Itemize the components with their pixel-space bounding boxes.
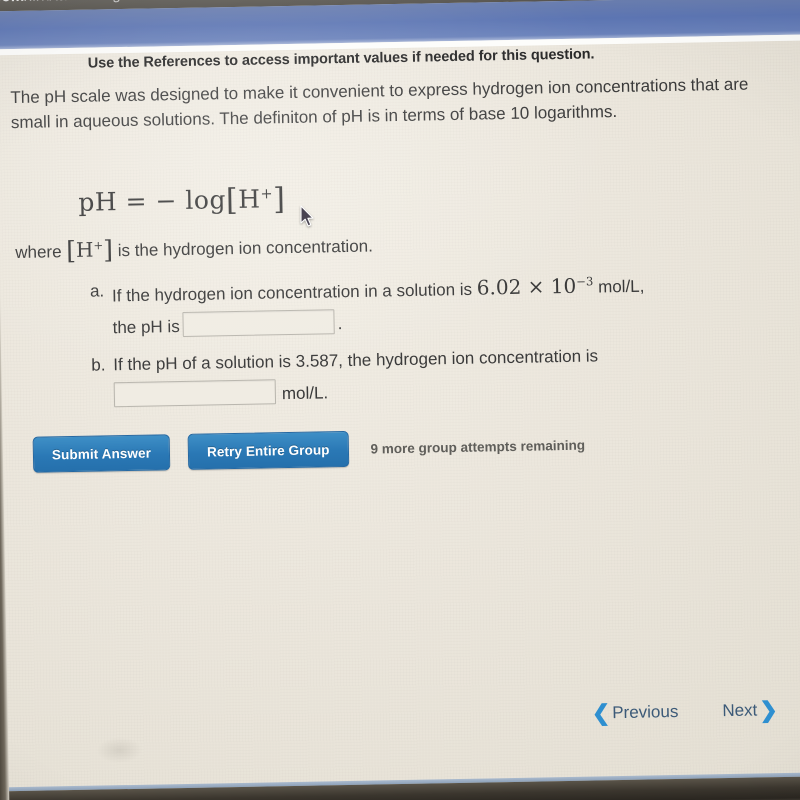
previous-label: Previous <box>612 701 679 723</box>
where-bracket-close: ] <box>102 235 114 265</box>
part-a-text-before: If the hydrogen ion concentration in a s… <box>111 279 473 306</box>
assignment-page: Use the References to access important v… <box>0 34 800 792</box>
where-prefix: where <box>15 242 62 263</box>
url-domain: .com <box>0 0 25 5</box>
question-part-b: b. If the pH of a solution is 3.587, the… <box>91 339 792 411</box>
equation-sign: − <box>155 186 178 216</box>
part-b-answer-input[interactable] <box>113 379 277 408</box>
where-suffix: is the hydrogen ion concentration. <box>117 236 374 261</box>
submit-answer-button[interactable]: Submit Answer <box>32 434 171 473</box>
exponent: −3 <box>576 274 594 289</box>
equation-lhs: pH <box>78 187 118 217</box>
part-a-answer-line: the pH is. <box>112 301 790 341</box>
chevron-right-icon: ❯ <box>759 697 778 723</box>
equation-bracket-open: [ <box>225 182 239 219</box>
part-b-unit: mol/L. <box>281 383 329 404</box>
photographed-screen: .com/ilrn/takeAssignment/takeCovalentAct… <box>0 0 800 800</box>
equation-species: H <box>237 184 261 214</box>
retry-entire-group-button[interactable]: Retry Entire Group <box>187 430 349 470</box>
mantissa: 6.02 <box>476 274 522 300</box>
question-parts-list: a. If the hydrogen ion concentration in … <box>90 265 793 421</box>
next-label: Next <box>722 700 758 721</box>
part-a-concentration-value: 6.02 × 10−3 <box>477 274 594 300</box>
previous-button[interactable]: ❮ Previous <box>591 700 679 726</box>
screen-smudge <box>96 736 143 764</box>
equation-species-charge: + <box>260 186 274 203</box>
chevron-left-icon: ❮ <box>591 700 611 726</box>
base: 10 <box>550 273 577 299</box>
equation-equals: = <box>125 186 148 216</box>
url-text: .com/ilrn/takeAssignment/takeCovalentAct… <box>0 0 319 5</box>
times-symbol: × <box>527 274 545 299</box>
part-b-answer-line: mol/L. <box>113 370 792 410</box>
where-species-charge: + <box>93 238 104 253</box>
part-b-text-before: If the pH of a solution is 3.587, the hy… <box>113 346 599 375</box>
question-part-a: a. If the hydrogen ion concentration in … <box>90 265 791 342</box>
part-a-unit: mol/L, <box>597 276 645 297</box>
url-path: /ilrn/takeAssignment/takeCovalentActivit… <box>24 0 319 5</box>
where-bracket-open: [ <box>66 235 77 266</box>
part-b-marker: b. <box>91 355 106 375</box>
question-intro-paragraph: The pH scale was designed to make it con… <box>10 74 749 133</box>
next-button[interactable]: Next ❯ <box>722 697 778 723</box>
references-note: Use the References to access important v… <box>87 46 595 72</box>
where-species-math: [H+] <box>66 235 114 266</box>
part-a-answer-label: the pH is <box>112 317 180 338</box>
part-a-answer-input[interactable] <box>182 309 335 338</box>
screenshot-root: .com/ilrn/takeAssignment/takeCovalentAct… <box>0 0 800 800</box>
where-species: H <box>75 237 94 262</box>
action-button-row: Submit Answer Retry Entire Group 9 more … <box>32 427 586 473</box>
ph-equation: pH = − log[H+] <box>78 182 286 221</box>
part-a-marker: a. <box>89 281 105 301</box>
part-a-period: . <box>337 314 343 334</box>
page-navigation: ❮ Previous Next ❯ <box>591 697 778 726</box>
attempts-remaining-text: 9 more group attempts remaining <box>370 437 586 457</box>
equation-log: log <box>185 185 227 215</box>
where-line: where [H+] is the hydrogen ion concentra… <box>15 230 373 266</box>
equation-bracket-close: ] <box>272 182 286 218</box>
